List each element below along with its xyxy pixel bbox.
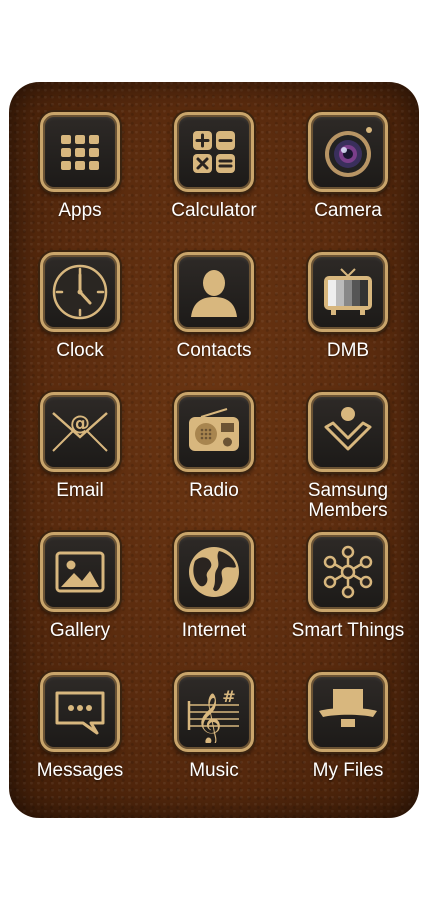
globe-icon [174,532,254,612]
samsung-members-icon [308,392,388,472]
folder-icon [308,672,388,752]
envelope-at-icon: @ [40,392,120,472]
app-music[interactable]: 𝄞 # Music [147,672,281,812]
app-radio[interactable]: Radio [147,392,281,532]
app-camera[interactable]: Camera [281,112,415,252]
app-label: Calculator [171,200,257,221]
app-label: Contacts [176,340,252,361]
app-label: Messages [36,760,124,781]
svg-text:𝄞: 𝄞 [196,693,222,743]
tv-icon [308,252,388,332]
app-label: Clock [56,340,104,361]
smartthings-hub-icon [308,532,388,612]
app-dmb[interactable]: DMB [281,252,415,392]
app-label: Camera [314,200,382,221]
app-apps[interactable]: Apps [13,112,147,252]
svg-text:@: @ [70,411,90,435]
app-label: Gallery [49,620,111,641]
chat-bubble-icon [40,672,120,752]
app-contacts[interactable]: Contacts [147,252,281,392]
app-label: Music [189,760,239,781]
app-grid: Apps Calculator Camera Clock Contacts DM… [13,112,415,812]
app-email[interactable]: @ Email [13,392,147,532]
app-messages[interactable]: Messages [13,672,147,812]
svg-text:#: # [222,687,235,706]
app-calculator[interactable]: Calculator [147,112,281,252]
person-silhouette-icon [174,252,254,332]
app-label: Samsung Members [307,480,389,521]
app-label: Apps [58,200,102,221]
app-label: Email [56,480,104,501]
app-smart-things[interactable]: Smart Things [281,532,415,672]
clock-icon [40,252,120,332]
app-clock[interactable]: Clock [13,252,147,392]
app-label: My Files [312,760,384,781]
camera-lens-icon [308,112,388,192]
app-label: Smart Things [291,620,405,641]
picture-icon [40,532,120,612]
app-label: DMB [326,340,370,361]
app-samsung-members[interactable]: Samsung Members [281,392,415,532]
apps-grid-icon [40,112,120,192]
app-my-files[interactable]: My Files [281,672,415,812]
calculator-icon [174,112,254,192]
app-gallery[interactable]: Gallery [13,532,147,672]
treble-clef-icon: 𝄞 # [174,672,254,752]
radio-icon [174,392,254,472]
app-label: Radio [189,480,239,501]
app-label: Internet [181,620,247,641]
app-internet[interactable]: Internet [147,532,281,672]
